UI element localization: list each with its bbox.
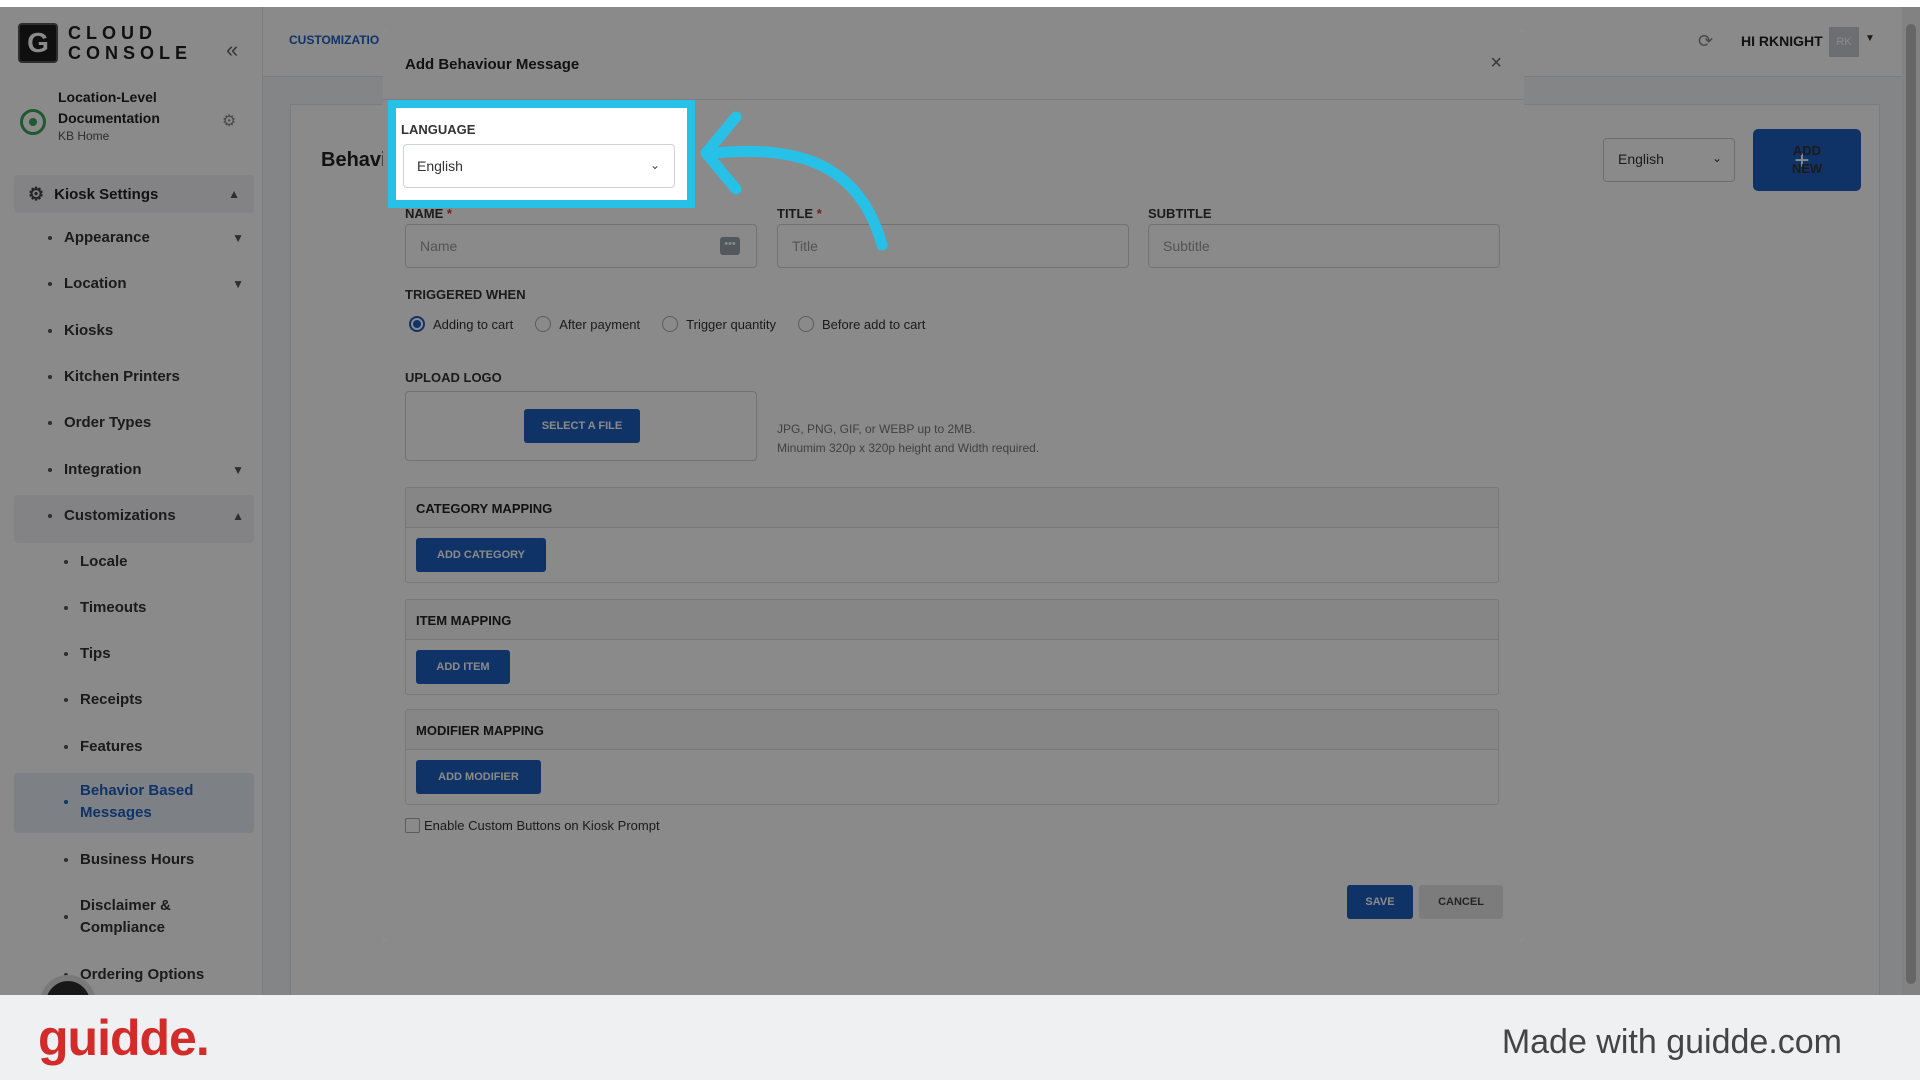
item-mapping-box: ITEM MAPPING ADD ITEM bbox=[405, 599, 1499, 695]
add-category-button[interactable]: ADD CATEGORY bbox=[416, 538, 546, 572]
cancel-button[interactable]: CANCEL bbox=[1419, 885, 1503, 919]
radio-label: After payment bbox=[559, 316, 641, 332]
radio-label: Before add to cart bbox=[822, 316, 926, 332]
upload-hint-line: Minumim 320p x 320p height and Width req… bbox=[777, 441, 1040, 455]
radio-label: Trigger quantity bbox=[686, 316, 776, 332]
modal-header: Add Behaviour Message × bbox=[383, 30, 1524, 100]
upload-logo-label: UPLOAD LOGO bbox=[405, 370, 502, 385]
subtitle-label: SUBTITLE bbox=[1148, 206, 1212, 221]
save-button[interactable]: SAVE bbox=[1347, 885, 1413, 919]
language-highlight-box: LANGUAGE English ⌄ bbox=[388, 100, 695, 208]
close-icon[interactable]: × bbox=[1490, 52, 1502, 75]
radio-before-add-to-cart[interactable] bbox=[798, 316, 814, 332]
upload-hint: JPG, PNG, GIF, or WEBP up to 2MB. Minumi… bbox=[777, 420, 1039, 458]
subtitle-placeholder: Subtitle bbox=[1163, 238, 1210, 254]
name-placeholder: Name bbox=[420, 238, 458, 254]
arrow-icon bbox=[700, 111, 888, 251]
triggered-when-label: TRIGGERED WHEN bbox=[405, 287, 526, 302]
select-file-button[interactable]: SELECT A FILE bbox=[524, 409, 640, 443]
radio-label: Adding to cart bbox=[433, 316, 514, 332]
upload-dropzone[interactable]: SELECT A FILE bbox=[405, 391, 757, 461]
language-select-value: English bbox=[417, 158, 463, 174]
modifier-mapping-heading: MODIFIER MAPPING bbox=[406, 710, 1498, 750]
language-label: LANGUAGE bbox=[401, 122, 476, 137]
add-item-button[interactable]: ADD ITEM bbox=[416, 650, 510, 684]
custom-buttons-label: Enable Custom Buttons on Kiosk Prompt bbox=[424, 818, 660, 833]
made-with-text: Made with guidde.com bbox=[1501, 1023, 1842, 1061]
guidde-logo[interactable]: guidde. bbox=[38, 1009, 210, 1067]
subtitle-field[interactable]: Subtitle bbox=[1148, 224, 1500, 268]
upload-hint-line: JPG, PNG, GIF, or WEBP up to 2MB. bbox=[777, 422, 976, 436]
radio-trigger-quantity[interactable] bbox=[662, 316, 679, 332]
radio-adding-to-cart[interactable] bbox=[409, 316, 425, 332]
chevron-down-icon: ⌄ bbox=[649, 158, 660, 172]
custom-buttons-row: Enable Custom Buttons on Kiosk Prompt bbox=[405, 818, 660, 833]
custom-buttons-checkbox[interactable] bbox=[405, 818, 420, 833]
item-mapping-heading: ITEM MAPPING bbox=[406, 600, 1498, 640]
category-mapping-heading: CATEGORY MAPPING bbox=[406, 488, 1498, 528]
language-select[interactable]: English ⌄ bbox=[403, 144, 675, 188]
name-label: NAME * bbox=[405, 206, 452, 221]
category-mapping-box: CATEGORY MAPPING ADD CATEGORY bbox=[405, 487, 1499, 583]
footer-bar: guidde. Made with guidde.com bbox=[0, 995, 1920, 1080]
add-modifier-button[interactable]: ADD MODIFIER bbox=[416, 760, 541, 794]
modal-title: Add Behaviour Message bbox=[405, 56, 580, 73]
modifier-mapping-box: MODIFIER MAPPING ADD MODIFIER bbox=[405, 709, 1499, 805]
radio-after-payment[interactable] bbox=[535, 316, 552, 332]
trigger-radio-group: Adding to cart After payment Trigger qua… bbox=[409, 316, 947, 332]
